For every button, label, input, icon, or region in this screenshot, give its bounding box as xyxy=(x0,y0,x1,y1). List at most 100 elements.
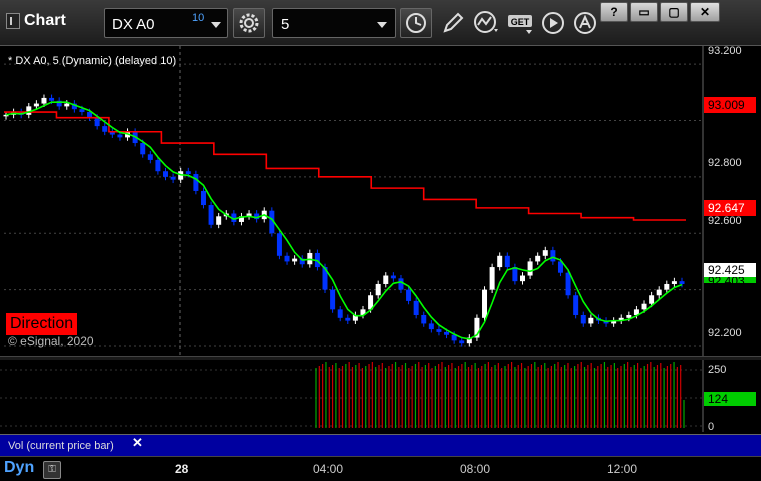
candle xyxy=(390,275,396,279)
studies-button[interactable] xyxy=(472,8,502,38)
candle xyxy=(565,272,571,296)
candle xyxy=(459,340,465,344)
price-tick: 92.200 xyxy=(708,327,742,339)
close-button[interactable]: ✕ xyxy=(690,2,720,22)
time-tick: 12:00 xyxy=(607,462,638,476)
candle xyxy=(337,309,343,318)
time-tick: 04:00 xyxy=(313,462,344,476)
candle xyxy=(79,109,85,113)
candle xyxy=(117,134,123,138)
gear-icon xyxy=(239,13,259,33)
volume-chart xyxy=(0,360,704,432)
candle xyxy=(436,329,442,332)
price-tag-last: 92.425 xyxy=(704,263,756,277)
price-tick: 92.600 xyxy=(708,215,742,227)
pencil-icon xyxy=(443,12,464,33)
toolbar: Chart DX A0 10 5 GET ? ▭ ▢ ✕ xyxy=(0,0,761,46)
candle xyxy=(444,331,450,335)
candle xyxy=(428,323,434,330)
candle xyxy=(345,317,351,321)
dynamic-mode-label[interactable]: Dyn xyxy=(4,459,34,477)
volume-tick: 0 xyxy=(708,421,715,433)
candle xyxy=(421,314,427,324)
volume-panel[interactable]: 250 0 124 xyxy=(0,360,761,433)
candle xyxy=(519,275,525,282)
price-tag-mid-ma: 92.647 xyxy=(704,200,756,216)
chevron-down-icon[interactable] xyxy=(211,22,221,28)
candle xyxy=(641,303,647,310)
candle xyxy=(147,154,153,160)
candle xyxy=(170,176,176,180)
interval-value: 5 xyxy=(281,16,290,33)
candle xyxy=(330,289,336,310)
settings-button[interactable] xyxy=(233,8,265,38)
candle xyxy=(398,278,404,290)
candle xyxy=(580,314,586,324)
candle xyxy=(504,255,510,268)
volume-label-bar: Vol (current price bar) ✕ xyxy=(0,434,761,456)
candle xyxy=(588,317,594,324)
restore-button[interactable]: ▭ xyxy=(630,2,658,22)
time-tick: 28 xyxy=(175,462,189,476)
study-label: * DX A0, 5 (Dynamic) (delayed 10) xyxy=(8,55,177,67)
symbol-input[interactable]: DX A0 10 xyxy=(104,8,228,38)
candle xyxy=(276,233,282,256)
get-icon: GET xyxy=(508,15,532,34)
volume-tick: 250 xyxy=(708,364,727,376)
candle xyxy=(208,205,214,225)
candle xyxy=(200,190,206,206)
candle xyxy=(216,216,222,225)
chevron-down-icon[interactable] xyxy=(377,22,387,28)
candle xyxy=(489,267,495,290)
lock-icon[interactable]: ⚿ xyxy=(43,461,61,479)
maximize-button[interactable]: ▢ xyxy=(660,2,688,22)
candle xyxy=(512,267,518,282)
play-button[interactable] xyxy=(538,8,568,38)
candle xyxy=(497,255,503,268)
candle xyxy=(41,97,47,104)
get-button[interactable]: GET xyxy=(506,8,536,38)
price-tick: 93.200 xyxy=(708,45,742,57)
direction-label: Direction xyxy=(6,313,78,335)
candle xyxy=(102,126,108,132)
candle xyxy=(527,261,533,276)
candle xyxy=(163,171,169,177)
chart-window: Chart DX A0 10 5 GET ? ▭ ▢ ✕ * DX A0, 5 … xyxy=(0,0,761,481)
candle xyxy=(140,143,146,155)
delay-badge: 10 xyxy=(192,12,205,24)
candle xyxy=(671,281,677,284)
candle xyxy=(649,295,655,304)
window-title-text: Chart xyxy=(24,12,66,29)
candle xyxy=(33,103,39,107)
candle xyxy=(679,281,685,284)
price-tag-upper-ma: 93.009 xyxy=(704,97,756,113)
alert-button[interactable] xyxy=(570,8,600,38)
candle xyxy=(155,159,161,172)
volume-label: Vol (current price bar) xyxy=(8,440,114,452)
close-icon[interactable]: ✕ xyxy=(132,435,143,451)
symbol-value: DX A0 xyxy=(112,16,155,33)
candle xyxy=(383,275,389,284)
candle xyxy=(664,283,670,290)
interval-input[interactable]: 5 xyxy=(272,8,396,38)
moving-average-green xyxy=(5,101,683,340)
price-panel[interactable]: * DX A0, 5 (Dynamic) (delayed 10) Direct… xyxy=(0,45,761,356)
chart-window-icon xyxy=(6,13,20,29)
time-button[interactable] xyxy=(400,8,432,38)
price-tick: 92.800 xyxy=(708,157,742,169)
candle xyxy=(193,174,199,191)
candle xyxy=(535,255,541,262)
candle xyxy=(550,250,556,262)
time-tick: 08:00 xyxy=(460,462,491,476)
window-title: Chart xyxy=(6,12,66,30)
candle xyxy=(185,171,191,175)
time-axis[interactable]: Dyn ⚿ 28 04:00 08:00 12:00 xyxy=(0,456,761,481)
price-chart xyxy=(3,46,704,356)
clock-icon xyxy=(406,13,426,33)
help-button[interactable]: ? xyxy=(600,2,628,22)
candle xyxy=(656,289,662,296)
candle xyxy=(406,289,412,301)
draw-button[interactable] xyxy=(438,8,468,38)
get-icon-text: GET xyxy=(511,17,530,27)
alert-icon xyxy=(574,12,596,34)
